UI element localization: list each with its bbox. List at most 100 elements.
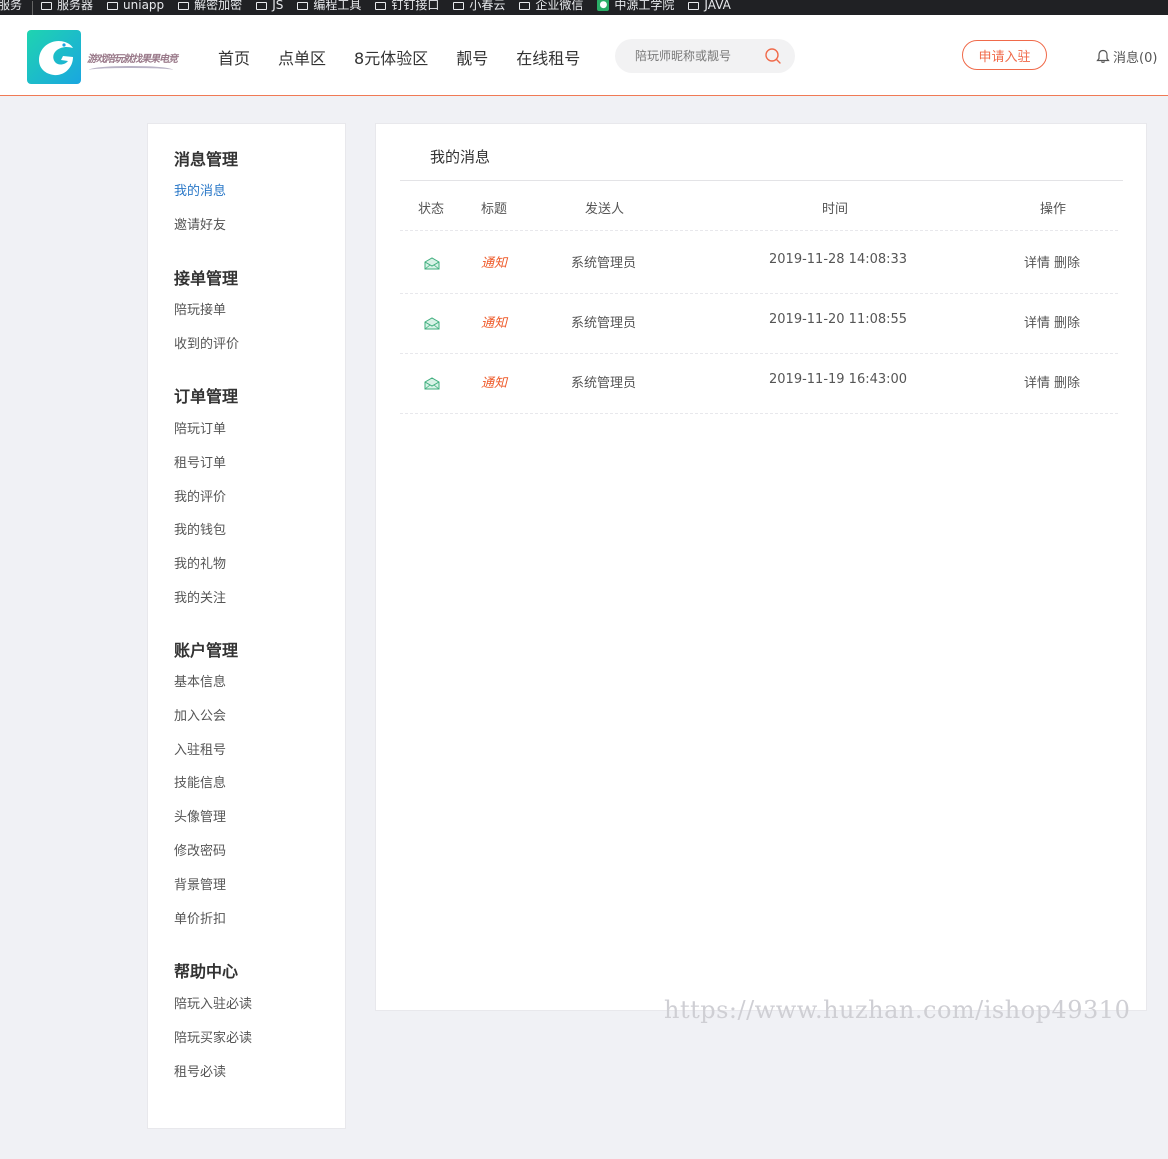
sidebar-group-title: 消息管理	[174, 150, 239, 169]
bookmarks-bar: 服务 服务器 uniapp 解密加密 JS 编程工具 钉钉接口 小春云 企业微信 ● 中源工学院 JA…	[0, 0, 1168, 15]
bookmark-label: uniapp	[123, 0, 165, 12]
watermark: https://www.huzhan.com/ishop49310	[664, 996, 1131, 1024]
site-logo[interactable]: 游戏陪玩就找果果电竞	[27, 30, 178, 84]
bookmark-item[interactable]: 服务	[0, 0, 22, 11]
col-header-time: 时间	[822, 202, 849, 217]
green-app-icon: ●	[597, 0, 610, 11]
row-divider	[400, 413, 1118, 414]
bookmark-label: JS	[272, 0, 284, 12]
sidebar-item[interactable]: 我的礼物	[174, 553, 226, 572]
sidebar-item[interactable]: 我的钱包	[174, 519, 226, 538]
sidebar-item[interactable]: 陪玩订单	[174, 418, 226, 437]
nav-order-zone[interactable]: 点单区	[278, 45, 326, 69]
sidebar-item[interactable]: 租号必读	[174, 1061, 226, 1080]
messages-label: 消息(0)	[1113, 51, 1158, 66]
bookmark-label: 服务	[0, 0, 23, 12]
sidebar-item[interactable]: 头像管理	[174, 806, 226, 825]
bookmark-label: 小春云	[469, 0, 506, 12]
envelope-open-icon	[424, 375, 440, 390]
sidebar-item[interactable]: 邀请好友	[174, 214, 226, 233]
sidebar-item[interactable]: 技能信息	[174, 772, 226, 791]
account-sidebar: 消息管理 我的消息 邀请好友 接单管理 陪玩接单 收到的评价 订单管理 陪玩订单 租号订单 我的评…	[147, 123, 346, 1129]
main-nav: 首页 点单区 8元体验区 靓号 在线租号	[218, 45, 608, 69]
sidebar-item[interactable]: 陪玩接单	[174, 299, 226, 318]
row-divider	[400, 293, 1118, 294]
bookmark-label: 中源工学院	[614, 0, 675, 12]
bookmark-item[interactable]: 服务器	[41, 0, 93, 11]
sidebar-item[interactable]: 单价折扣	[174, 908, 226, 927]
detail-link[interactable]: 详情	[1024, 256, 1050, 271]
bookmark-label: 解密加密	[194, 0, 243, 12]
sidebar-group-title: 接单管理	[174, 269, 239, 288]
sidebar-item[interactable]: 入驻租号	[174, 739, 226, 758]
sidebar-item[interactable]: 收到的评价	[174, 333, 239, 352]
sidebar-item[interactable]: 我的消息	[174, 180, 226, 199]
message-actions: 详情 删除	[1024, 372, 1084, 391]
apply-join-button[interactable]: 申请入驻	[962, 40, 1047, 70]
sidebar-item[interactable]: 我的评价	[174, 486, 226, 505]
bookmark-item[interactable]: 编程工具	[297, 0, 361, 11]
folder-icon	[453, 1, 465, 10]
bookmark-item[interactable]: 钉钉接口	[375, 0, 439, 11]
sidebar-item[interactable]: 加入公会	[174, 705, 226, 724]
nav-online-rental[interactable]: 在线租号	[516, 45, 580, 69]
bookmark-item[interactable]: 解密加密	[178, 0, 242, 11]
folder-icon	[178, 1, 190, 10]
delete-link[interactable]: 删除	[1054, 376, 1080, 391]
message-time: 2019-11-19 16:43:00	[769, 372, 908, 387]
bookmark-item[interactable]: 企业微信	[519, 0, 583, 11]
folder-icon	[256, 1, 268, 10]
message-sender: 系统管理员	[571, 256, 637, 271]
header-row-divider	[400, 230, 1118, 231]
sidebar-item[interactable]: 修改密码	[174, 840, 226, 859]
col-header-actions: 操作	[1040, 202, 1067, 217]
logo-text: 游戏陪玩就找果果电竞	[87, 54, 178, 65]
search-box	[615, 39, 795, 73]
bookmark-separator	[32, 0, 34, 15]
sidebar-item[interactable]: 我的关注	[174, 587, 226, 606]
sidebar-item[interactable]: 基本信息	[174, 671, 226, 690]
sidebar-item[interactable]: 陪玩买家必读	[174, 1027, 252, 1046]
bookmark-item[interactable]: JS	[256, 0, 283, 11]
bookmark-label: 服务器	[57, 0, 94, 12]
nav-home[interactable]: 首页	[218, 45, 250, 69]
col-header-sender: 发送人	[585, 202, 625, 217]
nav-premium-id[interactable]: 靓号	[456, 45, 488, 69]
bell-icon	[1096, 49, 1110, 63]
delete-link[interactable]: 删除	[1054, 316, 1080, 331]
message-title: 通知	[481, 376, 508, 391]
message-title: 通知	[481, 316, 508, 331]
col-header-title: 标题	[481, 202, 508, 217]
bookmark-item[interactable]: ● 中源工学院	[597, 0, 674, 11]
message-actions: 详情 删除	[1024, 312, 1084, 331]
bookmark-label: 编程工具	[313, 0, 362, 12]
bookmark-item[interactable]: uniapp	[107, 0, 164, 11]
message-sender: 系统管理员	[571, 316, 637, 331]
folder-icon	[375, 1, 387, 10]
page-title: 我的消息	[430, 148, 491, 166]
sidebar-item[interactable]: 陪玩入驻必读	[174, 993, 252, 1012]
site-header: 游戏陪玩就找果果电竞 首页 点单区 8元体验区 靓号 在线租号 申请入驻 消息(…	[0, 15, 1168, 96]
bookmark-item[interactable]: 小春云	[453, 0, 505, 11]
folder-icon	[688, 1, 700, 10]
sidebar-item[interactable]: 背景管理	[174, 874, 226, 893]
nav-trial-zone[interactable]: 8元体验区	[354, 45, 428, 69]
envelope-open-icon	[424, 255, 440, 270]
message-time: 2019-11-28 14:08:33	[769, 252, 908, 267]
title-divider	[400, 180, 1123, 181]
search-input[interactable]	[635, 47, 765, 65]
delete-link[interactable]: 删除	[1054, 256, 1080, 271]
detail-link[interactable]: 详情	[1024, 316, 1050, 331]
search-icon[interactable]	[764, 47, 782, 65]
bookmark-label: 企业微信	[535, 0, 584, 12]
sidebar-item[interactable]: 租号订单	[174, 452, 226, 471]
bookmark-item[interactable]: JAVA	[688, 0, 731, 12]
sidebar-group-title: 帮助中心	[174, 962, 239, 981]
messages-link[interactable]: 消息(0)	[1096, 47, 1157, 66]
col-header-status: 状态	[418, 202, 445, 217]
detail-link[interactable]: 详情	[1024, 376, 1050, 391]
dolphin-logo-icon	[27, 30, 81, 84]
folder-icon	[297, 1, 309, 10]
bookmark-label: JAVA	[704, 0, 731, 12]
message-time: 2019-11-20 11:08:55	[769, 312, 908, 327]
